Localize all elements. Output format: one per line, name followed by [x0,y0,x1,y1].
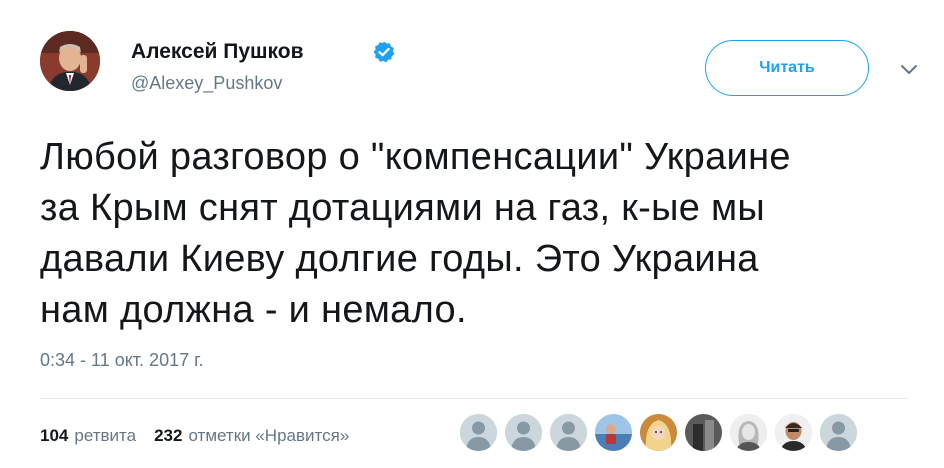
retweets-label: ретвита [74,426,137,445]
tweet-text: Любой разговор о "компенсации" Украине з… [40,132,910,336]
likes-count: 232 [154,426,183,445]
likes-label: отметки «Нравится» [188,426,350,445]
tweet-timestamp[interactable]: 0:34 - 11 окт. 2017 г. [40,350,203,371]
verified-badge-icon [373,41,395,63]
tweet-line: Любой разговор о "компенсации" Украине [40,136,791,178]
tweet-line: за Крым снят дотациями на газ, к-ые мы [40,187,766,229]
liker-avatar[interactable] [550,414,587,451]
liker-avatar[interactable] [505,414,542,451]
divider [40,398,908,399]
liker-avatar[interactable] [640,414,677,451]
author-avatar[interactable] [40,31,100,91]
liker-avatar[interactable] [820,414,857,451]
likes-stat[interactable]: 232 отметки «Нравится» [154,426,349,446]
author-name[interactable]: Алексей Пушков [131,40,304,64]
tweet-line: давали Киеву долгие годы. Это Украина [40,238,759,280]
liker-avatar[interactable] [685,414,722,451]
chevron-down-icon[interactable] [900,64,918,76]
liker-avatar[interactable] [595,414,632,451]
tweet-line: нам должна - и немало. [40,289,467,331]
tweet-stats: 104 ретвита 232 отметки «Нравится» [40,426,349,446]
liker-avatar[interactable] [460,414,497,451]
liker-avatar[interactable] [775,414,812,451]
liker-avatar[interactable] [730,414,767,451]
author-handle[interactable]: @Alexey_Pushkov [131,73,282,94]
follow-button[interactable]: Читать [705,40,869,96]
retweets-count: 104 [40,426,69,445]
author-photo [40,31,100,91]
retweets-stat[interactable]: 104 ретвита [40,426,136,446]
liker-avatars [460,414,865,451]
